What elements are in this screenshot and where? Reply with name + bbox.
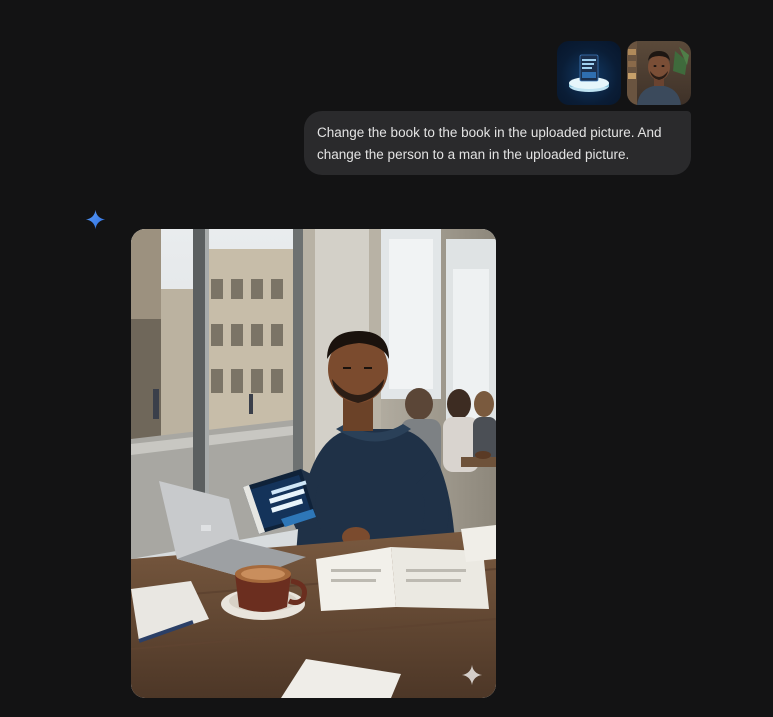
user-message-bubble: Change the book to the book in the uploa… [304,111,691,175]
person-thumbnail-icon [627,41,689,105]
generated-image-illustration [131,229,496,698]
user-message-text: Change the book to the book in the uploa… [317,125,662,162]
gemini-spark-icon [85,209,106,230]
attachment-person-thumbnail[interactable] [627,41,691,105]
attachment-book-thumbnail[interactable] [557,41,621,105]
book-thumbnail-icon [569,54,609,92]
spark-watermark-icon [461,664,483,686]
generated-image[interactable] [131,229,496,698]
